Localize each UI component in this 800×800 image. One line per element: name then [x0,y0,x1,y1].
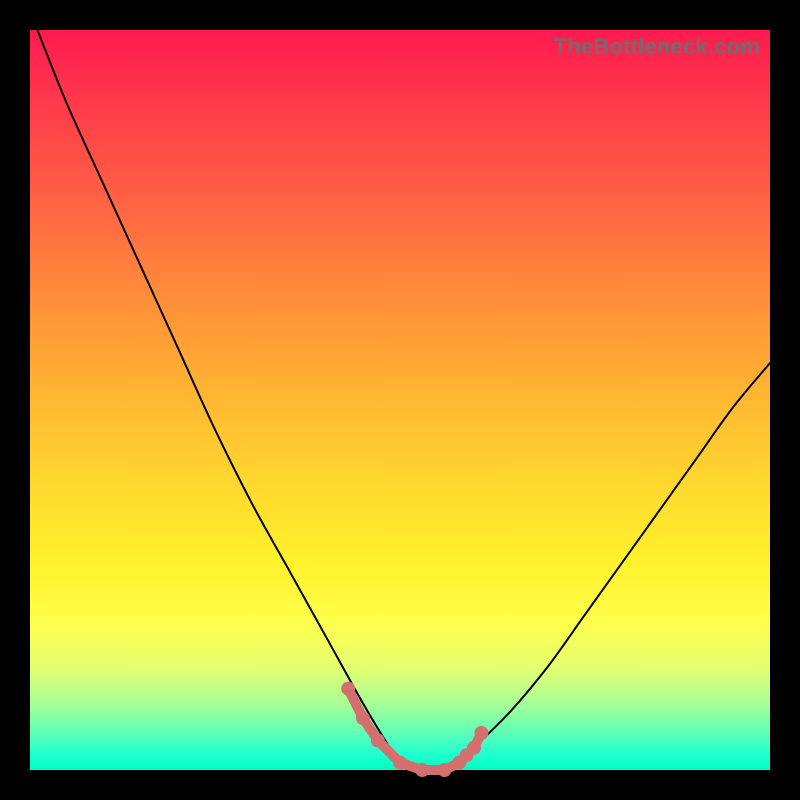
marker-dot [341,682,355,696]
plot-area: TheBottleneck.com [30,30,770,770]
marker-dot [474,726,488,740]
marker-dot [371,733,385,747]
marker-dot [356,711,370,725]
bottleneck-curve [30,30,770,770]
chart-frame: TheBottleneck.com [0,0,800,800]
marker-dot [415,763,429,777]
curve-path [37,30,770,771]
marker-dot [437,763,451,777]
marker-dot [393,756,407,770]
marker-group [341,682,488,777]
marker-dot [467,741,481,755]
